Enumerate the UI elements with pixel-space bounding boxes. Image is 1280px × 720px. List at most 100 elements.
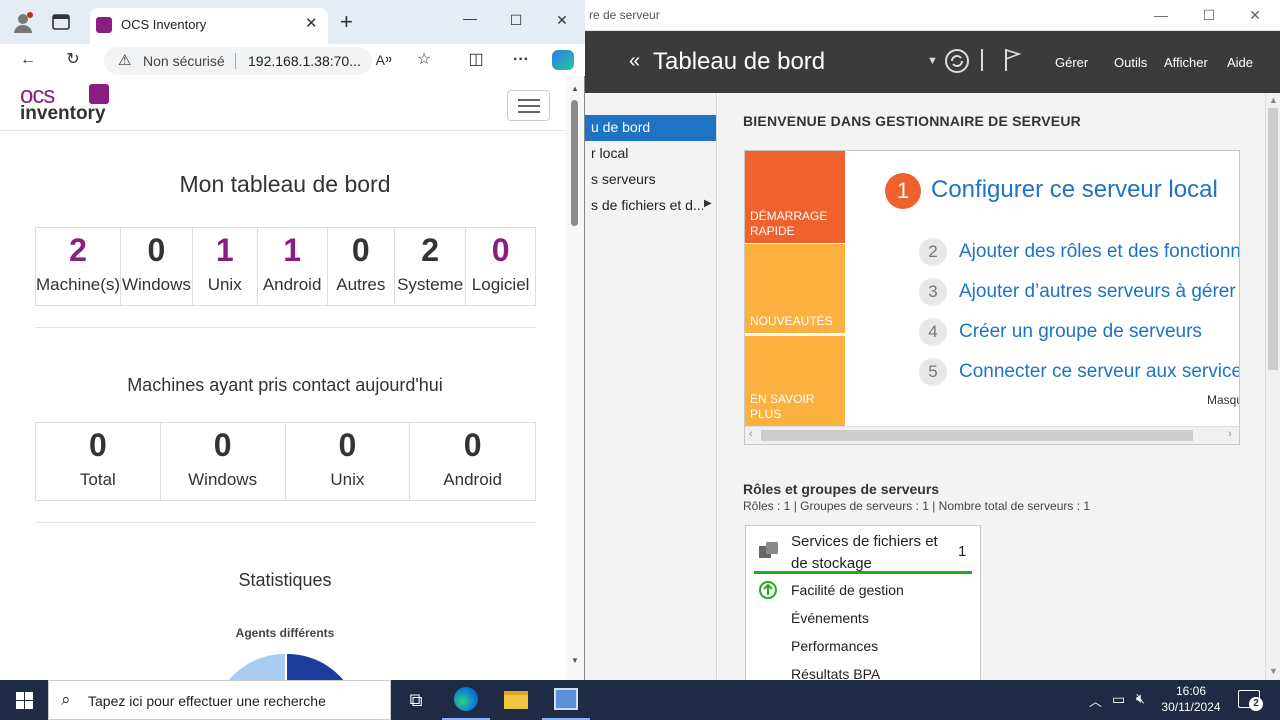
browser-scrollbar[interactable]: ▲ ▼ [566,76,584,680]
counter-value: 2 [421,232,440,268]
url-text[interactable]: 192.168.1.38:70... [248,53,361,69]
counter-others[interactable]: 0 Autres [326,227,396,306]
scroll-up-icon[interactable]: ▲ [1269,95,1278,105]
counter-value: 0 [213,427,232,463]
quick-start-panel: DÉMARRAGE RAPIDE NOUVEAUTÉS EN SAVOIR PL… [744,150,1240,445]
menu-outils[interactable]: Outils [1114,55,1147,70]
new-tab-icon[interactable]: + [340,9,353,35]
roles-heading: Rôles et groupes de serveurs [743,481,940,497]
close-tab-icon[interactable]: ✕ [305,14,318,32]
tab-title: OCS Inventory [121,17,207,32]
counter-machines[interactable]: 2 Machine(s) [34,227,122,306]
step-link-add-roles[interactable]: Ajouter des rôles et des fonctionnali [959,241,1239,262]
tile-whats-new[interactable]: NOUVEAUTÉS [745,244,845,333]
counter-value: 1 [283,232,302,268]
chevron-right-icon[interactable]: ▶ [704,198,712,209]
sidebar-item-all-servers[interactable]: s serveurs [585,167,716,193]
menu-aide[interactable]: Aide [1227,55,1253,70]
read-aloud-icon[interactable]: A᠉ [372,49,396,71]
menu-gerer[interactable]: Gérer [1055,55,1088,70]
tab-bar: OCS Inventory ✕ + — ☐ ✕ [0,0,585,44]
counter-label: Total [79,470,116,489]
scroll-right-icon[interactable]: › [1228,428,1232,440]
minimize-icon[interactable]: — [460,9,480,27]
notifications-icon[interactable]: 2 [1238,690,1263,711]
server-manager-taskbar-icon[interactable] [542,680,590,720]
chevron-up-icon[interactable]: ︿ [1089,691,1102,710]
counter-label: Windows [188,470,258,489]
windows-start-icon[interactable] [16,692,33,709]
tile-quick-start[interactable]: DÉMARRAGE RAPIDE [745,151,845,243]
sidebar-item-file-services[interactable]: s de fichiers et d... [585,193,703,219]
counter-unix[interactable]: 1 Unix [191,227,258,306]
counter-software[interactable]: 0 Logiciel [465,227,536,306]
hide-link[interactable]: Masqu [1207,393,1239,407]
step-link-add-servers[interactable]: Ajouter d’autres serveurs à gérer [959,281,1236,303]
scroll-thumb[interactable] [1268,108,1278,370]
copilot-icon[interactable] [552,50,574,70]
counter-system[interactable]: 2 Systeme [394,227,467,306]
hamburger-menu-button[interactable] [507,90,550,121]
card-row-events[interactable]: Événements [791,610,869,626]
card-row-performance[interactable]: Performances [791,638,878,654]
taskbar-search[interactable]: ⌕ Tapez ici pour effectuer une recherche [48,680,391,720]
scroll-down-icon[interactable]: ▼ [1269,666,1278,676]
volume-muted-icon[interactable]: 🔇︎ [1136,690,1145,707]
close-icon[interactable]: ✕ [552,11,572,29]
file-explorer-icon[interactable] [492,680,540,720]
vertical-scrollbar[interactable]: ▲ ▼ [1265,93,1280,680]
tile-label: EN SAVOIR PLUS [750,392,815,421]
step-number-4: 4 [919,318,947,346]
sidebar-item-dashboard[interactable]: u de bord [585,115,716,141]
today-android[interactable]: 0 Android [409,422,536,501]
step-link-configure[interactable]: Configurer ce serveur local [931,176,1218,204]
scroll-up-icon[interactable]: ▲ [571,84,579,93]
ocs-logo[interactable]: ocs inventory [20,82,112,124]
today-windows[interactable]: 0 Windows [159,422,286,501]
horizontal-scrollbar[interactable]: ‹ › [745,426,1239,444]
counter-label: Unix [207,275,242,294]
sidebar-item-local-server[interactable]: r local [585,141,716,167]
scroll-thumb[interactable] [571,100,578,226]
refresh-icon[interactable]: ↻ [61,49,85,71]
dropdown-icon[interactable]: ▼ [927,55,938,67]
logo-text-bottom: inventory [20,103,106,124]
profile-icon[interactable] [12,11,34,33]
tab-ocs-inventory[interactable]: OCS Inventory ✕ [90,8,328,44]
minimize-icon[interactable]: — [1151,6,1171,24]
card-row-manageability[interactable]: Facilité de gestion [791,582,904,598]
taskbar-clock[interactable]: 16:06 30/11/2024 [1160,683,1222,715]
tile-learn-more[interactable]: EN SAVOIR PLUS [745,336,845,426]
ocs-favicon-icon [96,17,112,33]
role-card-file-services[interactable]: Services de fichiers et de stockage 1 Fa… [745,525,981,685]
favorite-star-icon[interactable]: ☆ [412,49,436,71]
window-title: re de serveur [589,8,660,22]
more-options-icon[interactable]: ··· [509,49,533,71]
warning-icon[interactable]: ⚠ [118,51,131,69]
close-icon[interactable]: ✕ [1245,6,1265,24]
edge-taskbar-icon[interactable] [442,680,490,720]
role-card-count: 1 [958,543,967,560]
scroll-thumb[interactable] [761,430,1193,441]
scroll-down-icon[interactable]: ▼ [571,656,579,665]
step-link-connect-cloud[interactable]: Connecter ce serveur aux services c [959,361,1239,382]
refresh-icon[interactable] [943,47,971,75]
split-screen-icon[interactable]: ◫ [464,49,488,71]
address-bar[interactable]: ⚠ Non sécurisé 192.168.1.38:70... [104,47,372,75]
flag-icon[interactable] [1003,47,1023,73]
back-icon[interactable]: ← [16,49,40,71]
network-icon[interactable]: ▭ [1112,691,1125,708]
task-view-icon[interactable]: ⧉ [392,680,440,720]
menu-afficher[interactable]: Afficher [1164,55,1208,70]
maximize-icon[interactable]: ☐ [1199,6,1219,24]
today-total[interactable]: 0 Total [35,422,161,501]
security-label[interactable]: Non sécurisé [143,53,225,69]
scroll-left-icon[interactable]: ‹ [749,428,753,440]
tab-actions-icon[interactable] [52,14,70,30]
today-unix[interactable]: 0 Unix [284,422,411,501]
counter-android[interactable]: 1 Android [256,227,328,306]
maximize-icon[interactable]: ☐ [506,11,526,29]
counter-windows[interactable]: 0 Windows [120,227,193,306]
counter-label: Unix [330,470,365,489]
step-link-create-group[interactable]: Créer un groupe de serveurs [959,321,1202,343]
